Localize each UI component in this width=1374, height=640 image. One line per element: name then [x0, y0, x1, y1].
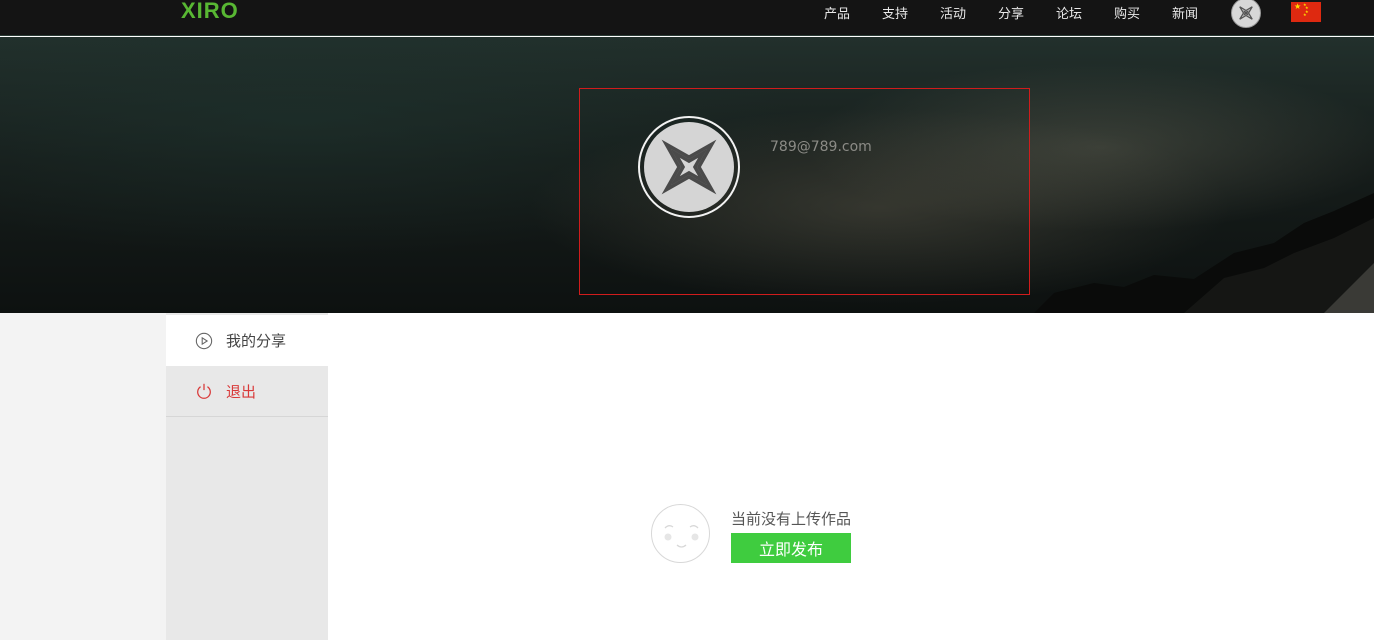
smiley-face-icon — [651, 504, 710, 563]
rocks-background — [1034, 193, 1374, 313]
nav-item-forum[interactable]: 论坛 — [1056, 3, 1114, 22]
main-nav: 产品 支持 活动 分享 论坛 购买 新闻 — [824, 0, 1230, 24]
sidebar-item-label: 退出 — [226, 382, 257, 401]
profile-banner: 789@789.com — [0, 37, 1374, 313]
left-gutter — [0, 313, 166, 640]
user-avatar-button[interactable] — [1231, 0, 1261, 28]
china-flag-icon[interactable]: ★ ★ ★ ★ ★ — [1291, 2, 1321, 22]
profile-card: 789@789.com — [579, 88, 1030, 295]
empty-state: 当前没有上传作品 立即发布 — [651, 504, 871, 566]
sidebar-item-my-shares[interactable]: 我的分享 — [166, 315, 328, 366]
nav-item-support[interactable]: 支持 — [882, 3, 940, 22]
sidebar: 我的分享 退出 — [166, 313, 328, 640]
sidebar-item-logout[interactable]: 退出 — [166, 366, 328, 417]
nav-item-products[interactable]: 产品 — [824, 3, 882, 22]
empty-message: 当前没有上传作品 — [731, 510, 852, 528]
sidebar-item-label: 我的分享 — [226, 332, 287, 350]
nav-item-share[interactable]: 分享 — [998, 3, 1056, 22]
profile-email: 789@789.com — [770, 139, 872, 155]
play-circle-icon — [194, 331, 214, 351]
nav-item-events[interactable]: 活动 — [940, 3, 998, 22]
xiro-drone-icon — [1239, 6, 1253, 20]
top-navigation-bar: XIRO 产品 支持 活动 分享 论坛 购买 新闻 ★ ★ ★ ★ ★ — [0, 0, 1374, 36]
power-icon — [194, 381, 214, 401]
nav-item-news[interactable]: 新闻 — [1172, 3, 1230, 22]
publish-now-button[interactable]: 立即发布 — [731, 533, 851, 563]
xiro-drone-icon — [661, 139, 717, 195]
nav-item-buy[interactable]: 购买 — [1114, 3, 1172, 22]
profile-avatar[interactable] — [638, 116, 740, 218]
xiro-logo[interactable]: XIRO — [181, 0, 239, 23]
